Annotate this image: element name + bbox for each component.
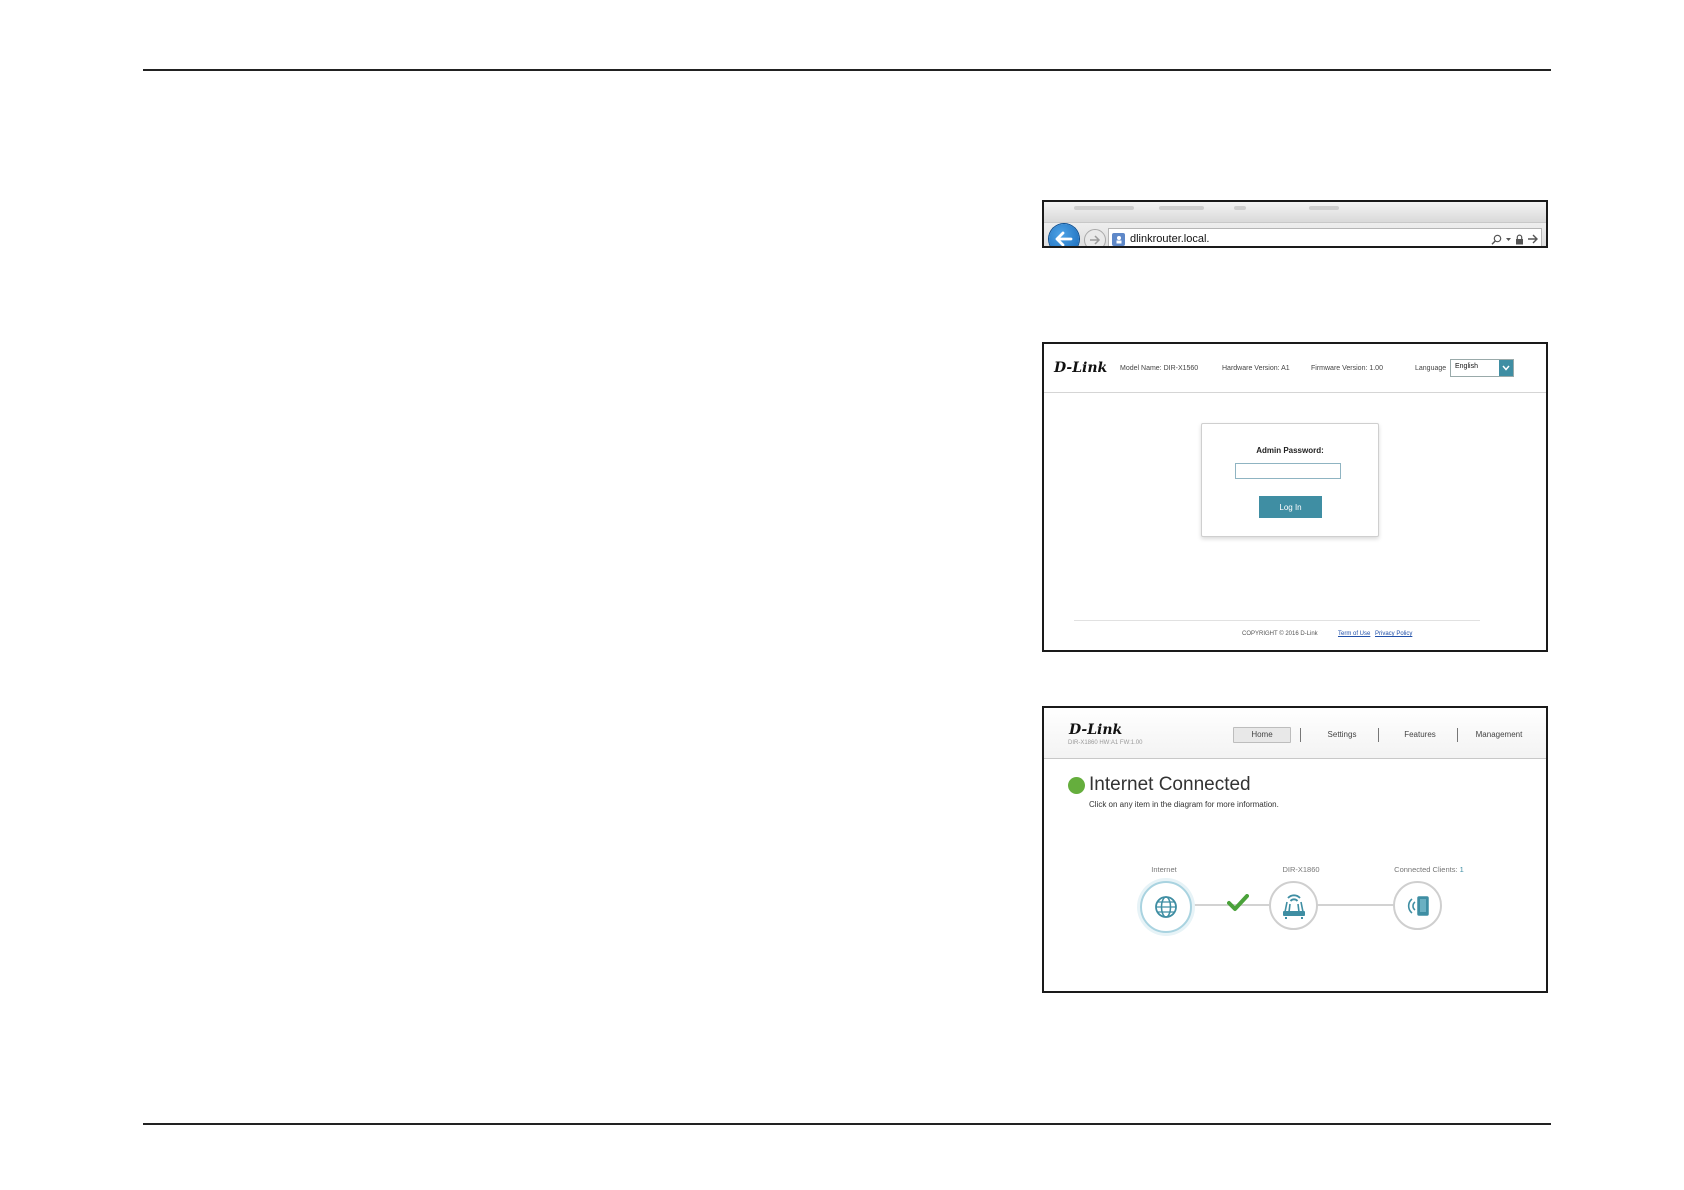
checkmark-icon: [1227, 894, 1249, 911]
internet-node[interactable]: [1140, 881, 1192, 933]
language-select[interactable]: English: [1450, 359, 1514, 377]
connected-clients-label: Connected Clients: 1: [1394, 865, 1464, 874]
chevron-down-icon[interactable]: [1505, 236, 1512, 243]
client-device-icon: [1407, 895, 1429, 916]
footer-divider: [1074, 620, 1480, 621]
forward-button[interactable]: [1084, 229, 1106, 246]
router-node[interactable]: [1269, 881, 1318, 930]
back-button[interactable]: [1049, 224, 1079, 246]
language-value: English: [1455, 363, 1478, 370]
dlink-logo: D-Link: [1069, 722, 1123, 738]
home-header: D-Link DIR-X1860 HW:A1 FW:1.00 Home Sett…: [1044, 708, 1546, 759]
status-instructions: Click on any item in the diagram for mor…: [1089, 800, 1279, 809]
browser-nav-row: dlinkrouter.local.: [1044, 222, 1546, 246]
page-icon: [1112, 232, 1125, 246]
bottom-rule: [143, 1123, 1551, 1125]
router-login-screenshot: D-Link Model Name: DIR-X1560 Hardware Ve…: [1042, 342, 1548, 652]
chevron-down-icon: [1499, 360, 1513, 376]
connected-clients-count: 1: [1459, 865, 1464, 874]
firmware-version: Firmware Version: 1.00: [1311, 365, 1383, 372]
tab-management[interactable]: Management: [1469, 728, 1529, 742]
model-name: Model Name: DIR-X1560: [1120, 365, 1199, 372]
address-url: dlinkrouter.local.: [1130, 233, 1210, 245]
dlink-logo: D-Link: [1054, 360, 1108, 376]
tab-home[interactable]: Home: [1233, 727, 1291, 743]
privacy-policy-link[interactable]: Privacy Policy: [1375, 631, 1412, 637]
router-icon: [1282, 893, 1305, 919]
connected-clients-node[interactable]: [1393, 881, 1442, 930]
address-bar[interactable]: dlinkrouter.local.: [1108, 228, 1542, 246]
router-label: DIR-X1860: [1282, 865, 1320, 874]
go-arrow-icon[interactable]: [1527, 234, 1538, 244]
tab-settings[interactable]: Settings: [1320, 728, 1364, 742]
lock-icon[interactable]: [1515, 234, 1524, 245]
tab-features[interactable]: Features: [1398, 728, 1442, 742]
connection-status-title: Internet Connected: [1089, 774, 1251, 795]
browser-address-bar-screenshot: dlinkrouter.local.: [1042, 200, 1548, 248]
client-link-line: [1317, 904, 1394, 906]
internet-label: Internet: [1151, 865, 1177, 874]
browser-tab-strip: [1044, 202, 1546, 222]
copyright-text: COPYRIGHT © 2016 D-Link: [1242, 631, 1318, 637]
router-home-screenshot: D-Link DIR-X1860 HW:A1 FW:1.00 Home Sett…: [1042, 706, 1548, 993]
log-in-button[interactable]: Log In: [1259, 496, 1322, 518]
login-box: Admin Password: Log In: [1201, 423, 1379, 537]
admin-password-input[interactable]: [1235, 463, 1341, 479]
hardware-version: Hardware Version: A1: [1222, 365, 1290, 372]
login-header: D-Link Model Name: DIR-X1560 Hardware Ve…: [1044, 344, 1546, 393]
language-label: Language: [1415, 365, 1447, 372]
globe-icon: [1155, 896, 1177, 918]
search-icon[interactable]: [1491, 234, 1502, 245]
terms-of-use-link[interactable]: Term of Use: [1338, 631, 1370, 637]
arrow-right-icon: [1090, 235, 1101, 245]
admin-password-label: Admin Password:: [1256, 446, 1324, 455]
arrow-left-icon: [1055, 231, 1073, 246]
top-rule: [143, 69, 1551, 71]
device-info: DIR-X1860 HW:A1 FW:1.00: [1068, 740, 1143, 746]
status-indicator: [1068, 777, 1085, 794]
